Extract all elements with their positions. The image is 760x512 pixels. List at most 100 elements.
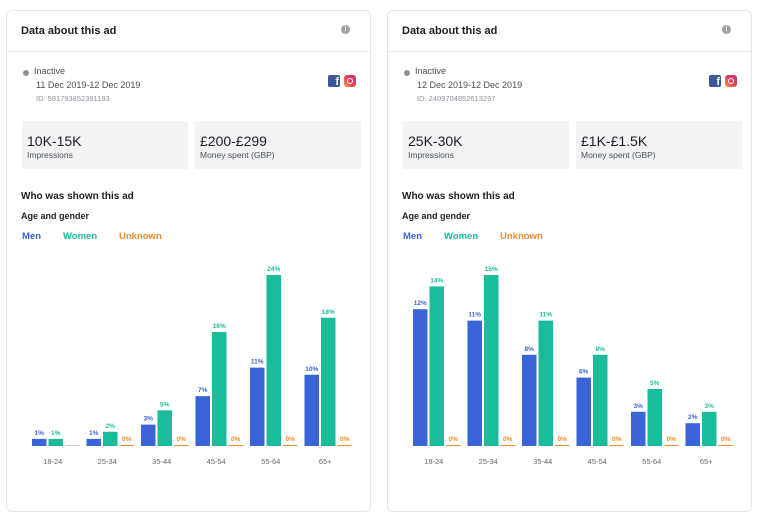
- legend-unknown[interactable]: Unknown: [119, 231, 162, 242]
- x-tick-label: 35-44: [152, 457, 171, 466]
- bar-women-25-34[interactable]: [484, 275, 499, 446]
- spend-value: £200-£299: [200, 133, 267, 149]
- bar-women-55-64[interactable]: [647, 389, 663, 446]
- status-label: Inactive: [415, 66, 447, 76]
- info-icon[interactable]: i: [722, 25, 731, 34]
- data-label-men-45-54: 6%: [579, 369, 589, 376]
- data-label-unknown-18-24: 0%: [449, 436, 459, 443]
- card-header: Data about this ad i: [388, 11, 751, 52]
- legend-women[interactable]: Women: [63, 231, 97, 242]
- data-label-women-55-64: 5%: [650, 380, 660, 387]
- data-label-men-25-34: 11%: [468, 312, 481, 319]
- legend-women[interactable]: Women: [444, 231, 478, 242]
- bar-unknown-65+[interactable]: [337, 445, 353, 446]
- x-tick-label: 35-44: [533, 457, 552, 466]
- data-label-women-45-54: 16%: [213, 323, 226, 330]
- x-tick-label: 25-34: [479, 457, 498, 466]
- bar-women-35-44[interactable]: [538, 320, 554, 446]
- data-label-men-55-64: 11%: [251, 359, 264, 366]
- data-label-women-55-64: 24%: [267, 266, 280, 273]
- bar-men-25-34[interactable]: [467, 320, 483, 446]
- data-label-men-35-44: 3%: [144, 416, 154, 423]
- data-label-men-45-54: 7%: [198, 387, 208, 394]
- bar-women-18-24[interactable]: [48, 438, 64, 446]
- bar-women-55-64[interactable]: [266, 275, 282, 446]
- bar-unknown-35-44[interactable]: [555, 445, 570, 446]
- subsection-title: Age and gender: [402, 211, 471, 221]
- bar-men-65+[interactable]: [304, 374, 320, 446]
- ad-dates: 11 Dec 2019-12 Dec 2019: [36, 80, 141, 90]
- subsection-title: Age and gender: [21, 211, 90, 221]
- bar-unknown-25-34[interactable]: [500, 445, 516, 446]
- impressions-value: 25K-30K: [408, 133, 463, 149]
- card-title: Data about this ad: [21, 25, 117, 37]
- bar-women-45-54[interactable]: [593, 354, 608, 446]
- status-dot-icon: [23, 70, 29, 76]
- data-label-women-18-24: 14%: [430, 277, 443, 284]
- ad-card-2: Data about this ad i Inactive 12 Dec 201…: [387, 10, 752, 512]
- bar-men-45-54[interactable]: [195, 396, 211, 446]
- bar-unknown-65+[interactable]: [718, 445, 734, 446]
- status-label: Inactive: [34, 66, 66, 76]
- ad-dates: 12 Dec 2019-12 Dec 2019: [417, 80, 523, 90]
- bar-women-45-54[interactable]: [212, 332, 227, 446]
- bar-women-65+[interactable]: [321, 317, 336, 446]
- bar-unknown-55-64[interactable]: [664, 445, 679, 446]
- bar-unknown-25-34[interactable]: [119, 445, 135, 446]
- spend-label: Money spent (GBP): [581, 150, 656, 160]
- legend-men[interactable]: Men: [403, 231, 422, 242]
- x-tick-label: 25-34: [98, 457, 117, 466]
- facebook-icon: f: [328, 75, 340, 87]
- bar-men-25-34[interactable]: [86, 438, 102, 446]
- data-label-unknown-45-54: 0%: [231, 436, 241, 443]
- data-label-unknown-25-34: 0%: [122, 436, 132, 443]
- legend-unknown[interactable]: Unknown: [500, 231, 543, 242]
- bar-men-35-44[interactable]: [141, 424, 156, 446]
- x-tick-label: 18-24: [424, 457, 443, 466]
- data-label-unknown-35-44: 0%: [558, 436, 568, 443]
- age-gender-chart: 12% 14% 0% 18-24 11% 15% 0% 25-34 8% 11% 0% 35-44 6%…: [388, 251, 751, 481]
- data-label-women-25-34: 2%: [106, 423, 116, 430]
- instagram-icon: [725, 75, 737, 87]
- bar-unknown-45-54[interactable]: [228, 445, 244, 446]
- bar-men-65+[interactable]: [685, 423, 701, 446]
- bar-men-18-24[interactable]: [32, 438, 47, 446]
- bar-unknown-18-24[interactable]: [446, 445, 461, 446]
- bar-men-18-24[interactable]: [413, 309, 428, 446]
- instagram-icon: [344, 75, 356, 87]
- bar-unknown-18-24: [65, 445, 80, 446]
- data-label-unknown-65+: 0%: [721, 436, 731, 443]
- chart-svg: 1% 1% 18-24 1% 2% 0% 25-34 3% 5% 0% 35-44 7% 16% 0% 45…: [32, 266, 353, 466]
- facebook-icon: f: [709, 75, 721, 87]
- data-label-women-35-44: 5%: [160, 401, 170, 408]
- x-tick-label: 65+: [319, 457, 332, 466]
- spend-label: Money spent (GBP): [200, 150, 275, 160]
- bar-women-18-24[interactable]: [429, 286, 445, 446]
- bar-unknown-35-44[interactable]: [174, 445, 189, 446]
- impressions-box: 25K-30K Impressions: [403, 121, 569, 169]
- bar-men-45-54[interactable]: [576, 377, 592, 446]
- impressions-label: Impressions: [27, 150, 73, 160]
- info-icon[interactable]: i: [341, 25, 350, 34]
- ad-card-1: Data about this ad i Inactive 11 Dec 201…: [6, 10, 371, 512]
- bar-women-25-34[interactable]: [103, 431, 118, 446]
- data-label-men-65+: 2%: [688, 414, 698, 421]
- bar-men-35-44[interactable]: [522, 354, 537, 446]
- bar-unknown-45-54[interactable]: [609, 445, 625, 446]
- bar-women-65+[interactable]: [702, 411, 717, 446]
- x-tick-label: 45-54: [588, 457, 607, 466]
- bar-men-55-64[interactable]: [631, 411, 646, 446]
- bar-women-35-44[interactable]: [157, 410, 173, 446]
- data-label-men-35-44: 8%: [525, 346, 535, 353]
- data-label-men-25-34: 1%: [89, 430, 99, 437]
- x-tick-label: 55-64: [642, 457, 661, 466]
- legend-men[interactable]: Men: [22, 231, 41, 242]
- data-label-men-65+: 10%: [305, 366, 318, 373]
- data-label-unknown-25-34: 0%: [503, 436, 513, 443]
- data-label-women-18-24: 1%: [51, 430, 61, 437]
- section-title: Who was shown this ad: [402, 191, 515, 202]
- spend-box: £1K-£1.5K Money spent (GBP): [576, 121, 742, 169]
- bar-unknown-55-64[interactable]: [283, 445, 298, 446]
- data-label-women-35-44: 11%: [539, 312, 552, 319]
- bar-men-55-64[interactable]: [250, 367, 265, 446]
